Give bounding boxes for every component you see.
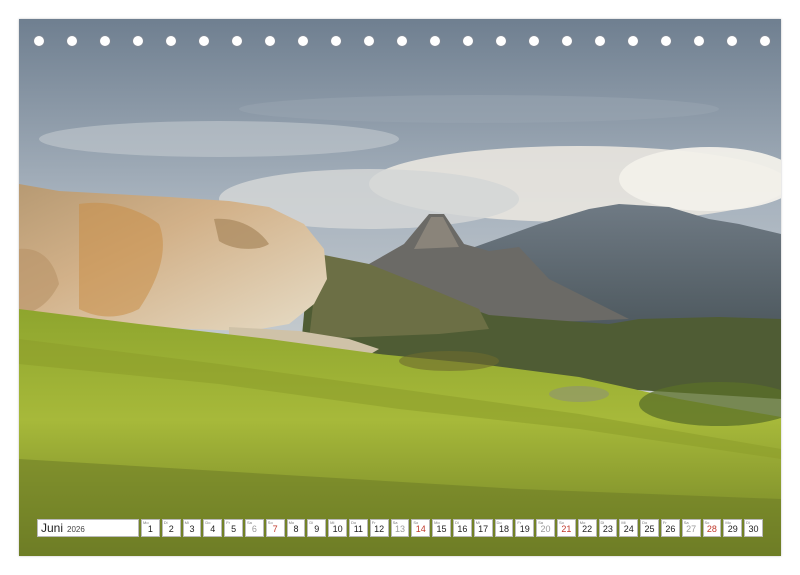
day-cell: Mi 24 (619, 519, 639, 537)
binding-hole (396, 35, 408, 47)
day-number: 17 (478, 524, 489, 534)
day-number: 14 (415, 524, 426, 534)
binding-hole (198, 35, 210, 47)
day-cell: Fr 5 (224, 519, 243, 537)
binding-hole (627, 35, 639, 47)
day-number: 28 (706, 524, 717, 534)
day-number: 19 (519, 524, 530, 534)
day-cell: Mi 3 (182, 519, 202, 537)
day-cell: Do 4 (203, 519, 223, 537)
binding-hole (429, 35, 441, 47)
binding-hole (528, 35, 540, 47)
day-number: 9 (314, 524, 320, 534)
day-cell: Di 2 (161, 519, 181, 537)
day-number: 12 (374, 524, 385, 534)
binding-hole (462, 35, 474, 47)
day-cell: Di 23 (598, 519, 618, 537)
binding-hole (363, 35, 375, 47)
day-cell: So 21 (556, 519, 576, 537)
month-name: Juni (41, 521, 64, 535)
binding-hole (660, 35, 672, 47)
day-number: 25 (644, 524, 655, 534)
day-cell: Mo 8 (286, 519, 306, 537)
day-number: 4 (210, 524, 216, 534)
day-number: 18 (498, 524, 509, 534)
day-cell: Mo 1 (141, 519, 160, 537)
day-cell: Do 25 (640, 519, 659, 537)
day-cell: So 7 (265, 519, 285, 537)
binding-hole (693, 35, 705, 47)
day-number: 11 (353, 524, 364, 534)
day-number: 20 (540, 524, 551, 534)
day-number: 29 (727, 524, 738, 534)
day-number: 23 (602, 524, 613, 534)
binding-hole (594, 35, 606, 47)
binding-hole (264, 35, 276, 47)
day-number: 22 (582, 524, 593, 534)
day-cell: So 28 (702, 519, 722, 537)
day-cell: Di 16 (452, 519, 472, 537)
day-cell: Do 18 (494, 519, 514, 537)
binding-hole (132, 35, 144, 47)
day-number: 13 (394, 524, 405, 534)
calendar-page: Juni 2026 Mo 1 Di 2 Mi 3 Do 4 Fr 5 Sa 6 So 7 Mo 8 Di 9 Mi 1… (19, 19, 781, 556)
day-number: 21 (561, 524, 572, 534)
day-number: 24 (623, 524, 634, 534)
day-cell: So 14 (411, 519, 431, 537)
day-number: 16 (457, 524, 468, 534)
binding-hole (231, 35, 243, 47)
month-label: Juni 2026 (37, 519, 139, 537)
binding-hole (165, 35, 177, 47)
binding-hole (66, 35, 78, 47)
day-number: 6 (251, 524, 257, 534)
day-number: 10 (332, 524, 343, 534)
month-calendar-strip: Juni 2026 Mo 1 Di 2 Mi 3 Do 4 Fr 5 Sa 6 So 7 Mo 8 Di 9 Mi 1… (37, 519, 765, 539)
binding-hole (726, 35, 738, 47)
day-number: 2 (168, 524, 174, 534)
day-cell: Fr 12 (369, 519, 389, 537)
day-cell: Sa 6 (244, 519, 264, 537)
day-number: 30 (748, 524, 759, 534)
day-number: 15 (436, 524, 447, 534)
day-cell: Mo 15 (432, 519, 451, 537)
day-cell: Do 11 (348, 519, 368, 537)
day-number: 5 (231, 524, 237, 534)
day-number: 26 (665, 524, 676, 534)
month-year: 2026 (67, 525, 85, 534)
binding-hole (330, 35, 342, 47)
binding-hole (561, 35, 573, 47)
day-cell: Fr 26 (660, 519, 680, 537)
day-number: 7 (272, 524, 278, 534)
day-cell: Sa 20 (536, 519, 555, 537)
binding-hole (99, 35, 111, 47)
day-cell: Mo 29 (723, 519, 743, 537)
day-number: 8 (293, 524, 299, 534)
day-cell: Sa 27 (681, 519, 701, 537)
binding-hole (759, 35, 771, 47)
day-number: 27 (686, 524, 697, 534)
day-cell: Sa 13 (390, 519, 410, 537)
binding-holes (19, 35, 781, 49)
binding-hole (495, 35, 507, 47)
day-number: 3 (189, 524, 195, 534)
day-number: 1 (147, 524, 153, 534)
binding-hole (33, 35, 45, 47)
day-cell: Mi 10 (328, 519, 347, 537)
landscape-photo (19, 19, 781, 556)
day-cell: Di 9 (307, 519, 327, 537)
day-cell: Fr 19 (515, 519, 535, 537)
day-cell: Di 30 (744, 519, 763, 537)
day-cell: Mi 17 (473, 519, 493, 537)
binding-hole (297, 35, 309, 47)
day-cell: Mo 22 (577, 519, 597, 537)
